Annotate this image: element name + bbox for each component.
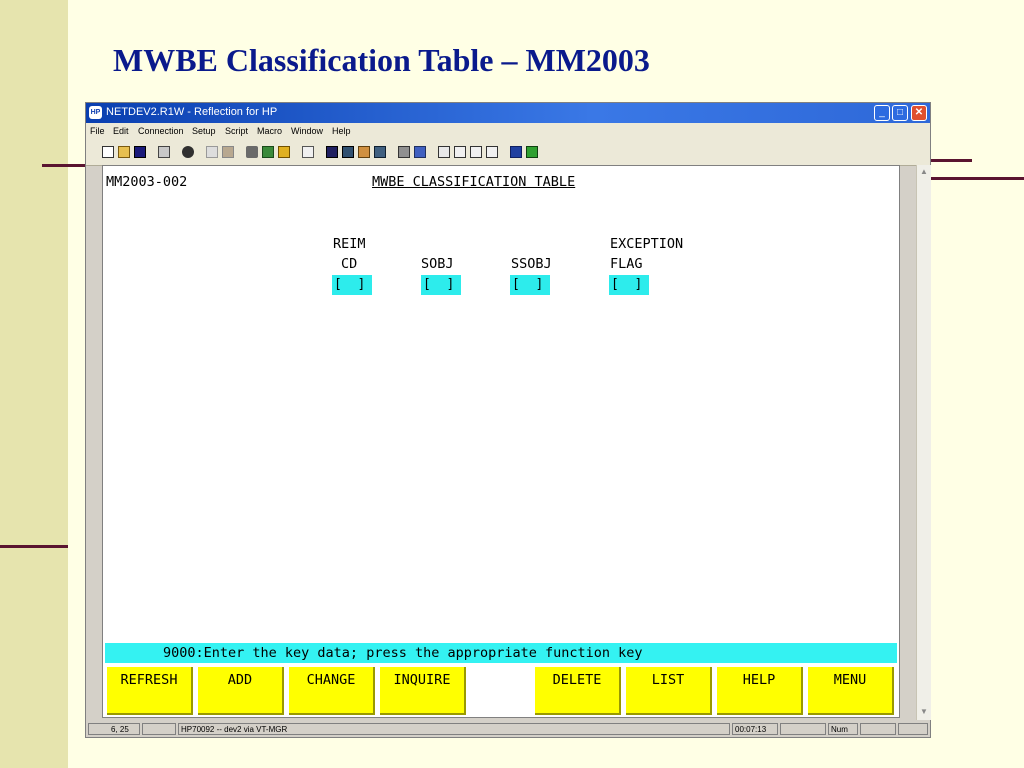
app-window: HP NETDEV2.R1W - Reflection for HP _ □ ✕… — [85, 102, 931, 738]
slide-title: MWBE Classification Table – MM2003 — [113, 42, 650, 78]
message-bar: 9000:Enter the key data; press the appro… — [105, 643, 897, 663]
numlock-indicator: Num — [828, 723, 858, 735]
message-text: 9000:Enter the key data; press the appro… — [163, 645, 643, 661]
context-help-icon[interactable] — [510, 146, 522, 158]
print-icon[interactable] — [158, 146, 170, 158]
paste-icon[interactable] — [222, 146, 234, 158]
help-key[interactable]: HELP — [717, 667, 803, 715]
field-label-exception: EXCEPTION — [610, 236, 684, 252]
screen-id: MM2003-002 — [106, 174, 188, 190]
sobj-field[interactable]: [ ] — [421, 275, 461, 295]
slide-left-band — [0, 0, 68, 768]
field-label-ssobj: SSOBJ — [511, 256, 552, 272]
scroll-up-icon[interactable]: ▲ — [917, 165, 931, 179]
ssobj-field[interactable]: [ ] — [510, 275, 550, 295]
app-icon[interactable]: HP — [89, 106, 102, 119]
find-icon[interactable] — [182, 146, 194, 158]
slide-rule-right-top — [930, 159, 972, 162]
reim-cd-field[interactable]: [ ] — [332, 275, 372, 295]
slide-rule-left-bottom — [0, 545, 68, 548]
window-title: NETDEV2.R1W - Reflection for HP — [106, 106, 278, 118]
macro-icon[interactable] — [302, 146, 314, 158]
save-icon[interactable] — [134, 146, 146, 158]
window-titlebar[interactable]: HP NETDEV2.R1W - Reflection for HP _ □ ✕ — [86, 103, 930, 123]
settings-icon[interactable] — [278, 146, 290, 158]
list-key[interactable]: LIST — [626, 667, 712, 715]
scroll-down-icon[interactable]: ▼ — [917, 705, 931, 719]
connect-icon[interactable] — [246, 146, 258, 158]
status-bar: 6, 25 HP70092 -- dev2 via VT-MGR 00:07:1… — [86, 722, 930, 737]
keyboard-icon[interactable] — [358, 146, 370, 158]
menu-script[interactable]: Script — [225, 126, 248, 136]
copy-icon[interactable] — [206, 146, 218, 158]
slide-rule-right-bottom — [930, 177, 1024, 180]
vertical-scrollbar[interactable]: ▲ ▼ — [916, 165, 931, 720]
send-icon[interactable] — [414, 146, 426, 158]
session-icon[interactable] — [374, 146, 386, 158]
disconnect-icon[interactable] — [262, 146, 274, 158]
menu-file[interactable]: File — [90, 126, 105, 136]
maximize-button[interactable]: □ — [892, 105, 908, 121]
book-icon[interactable] — [526, 146, 538, 158]
menu-bar: File Edit Connection Setup Script Macro … — [86, 123, 930, 141]
display-icon[interactable] — [326, 146, 338, 158]
field-label-cd: CD — [341, 256, 358, 272]
menu-key[interactable]: MENU — [808, 667, 894, 715]
toolbar — [86, 141, 930, 166]
screen-title: MWBE CLASSIFICATION TABLE — [372, 174, 576, 190]
inquire-key[interactable]: INQUIRE — [380, 667, 466, 715]
change-key[interactable]: CHANGE — [289, 667, 375, 715]
mail-icon[interactable] — [454, 146, 466, 158]
exception-flag-field[interactable]: [ ] — [609, 275, 649, 295]
menu-help[interactable]: Help — [332, 126, 351, 136]
status-empty-4 — [898, 723, 928, 735]
status-empty-1 — [142, 723, 176, 735]
open-icon[interactable] — [118, 146, 130, 158]
field-label-reim: REIM — [333, 236, 366, 252]
status-empty-3 — [860, 723, 896, 735]
transfer-icon[interactable] — [398, 146, 410, 158]
receive-icon[interactable] — [438, 146, 450, 158]
terminal-icon[interactable] — [342, 146, 354, 158]
menu-edit[interactable]: Edit — [113, 126, 129, 136]
menu-macro[interactable]: Macro — [257, 126, 282, 136]
slide-rule-left-top — [42, 164, 86, 167]
field-label-sobj: SOBJ — [421, 256, 454, 272]
new-icon[interactable] — [102, 146, 114, 158]
help-icon[interactable] — [486, 146, 498, 158]
connection-status: HP70092 -- dev2 via VT-MGR — [178, 723, 730, 735]
menu-connection[interactable]: Connection — [138, 126, 184, 136]
minimize-button[interactable]: _ — [874, 105, 890, 121]
cursor-position: 6, 25 — [88, 723, 140, 735]
close-button[interactable]: ✕ — [911, 105, 927, 121]
exit-icon[interactable] — [470, 146, 482, 158]
menu-setup[interactable]: Setup — [192, 126, 216, 136]
field-label-flag: FLAG — [610, 256, 643, 272]
refresh-key[interactable]: REFRESH — [107, 667, 193, 715]
terminal-screen[interactable]: MM2003-002 MWBE CLASSIFICATION TABLE REI… — [102, 165, 900, 718]
menu-window[interactable]: Window — [291, 126, 323, 136]
session-time: 00:07:13 — [732, 723, 778, 735]
delete-key[interactable]: DELETE — [535, 667, 621, 715]
add-key[interactable]: ADD — [198, 667, 284, 715]
status-empty-2 — [780, 723, 826, 735]
